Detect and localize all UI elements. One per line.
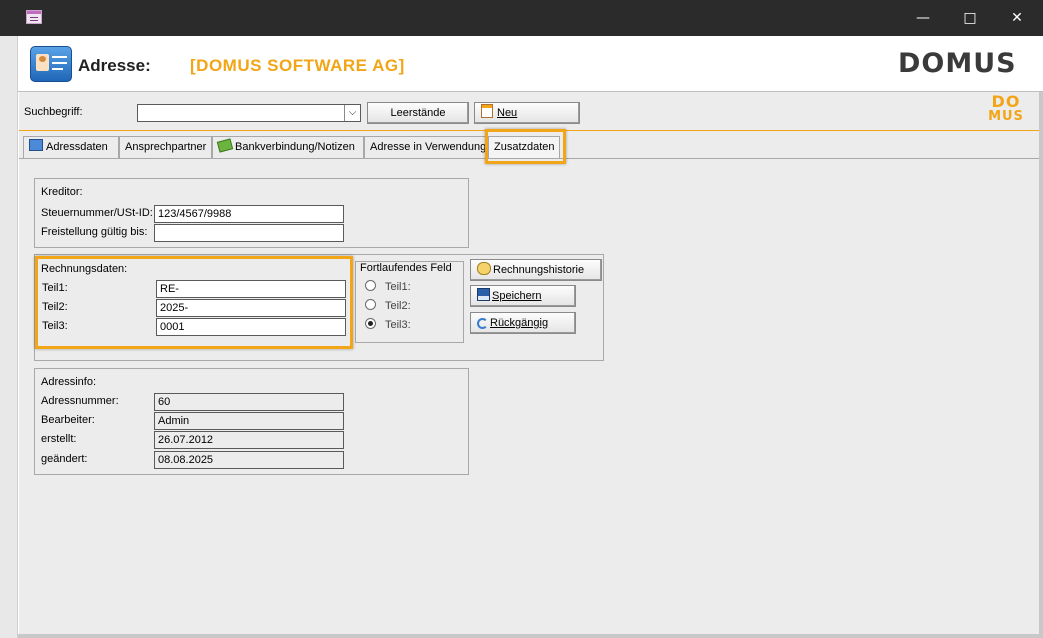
- window-titlebar: — □ ✕: [0, 0, 1043, 36]
- kreditor-title: Kreditor:: [41, 186, 83, 198]
- search-label: Suchbegriff:: [24, 106, 83, 118]
- window-bottom-border: [18, 634, 1043, 638]
- app-icon: [26, 10, 42, 24]
- address-card-icon: [30, 46, 72, 82]
- company-name: [DOMUS SOFTWARE AG]: [190, 56, 405, 75]
- bearbeiter-label: Bearbeiter:: [41, 414, 95, 426]
- save-icon: [477, 288, 490, 301]
- money-icon: [216, 138, 234, 153]
- new-button-label: Neu: [497, 107, 518, 119]
- rueckgaengig-button[interactable]: Rückgängig: [470, 312, 576, 334]
- domus-small-logo-top: DO: [991, 92, 1021, 111]
- steuernummer-label: Steuernummer/USt-ID:: [41, 207, 153, 219]
- chevron-down-icon[interactable]: ⌵: [344, 105, 360, 121]
- tab-label: Adressdaten: [46, 141, 108, 153]
- window-left-border: [0, 36, 18, 638]
- fortlaufend-title: Fortlaufendes Feld: [360, 262, 452, 274]
- domus-small-logo: DO MUS: [988, 94, 1024, 128]
- rechnungsdaten-highlight-frame: [35, 256, 353, 349]
- radio-teil2-label: Teil2:: [385, 300, 411, 312]
- rechnungshistorie-button[interactable]: Rechnungshistorie: [470, 259, 602, 281]
- geaendert-field: 08.08.2025: [154, 451, 344, 469]
- tab-label: Adresse in Verwendung: [370, 141, 487, 153]
- domus-logo: DOMUS: [898, 48, 1017, 79]
- form-title: Adresse:: [78, 56, 151, 75]
- radio-teil3[interactable]: [365, 318, 376, 329]
- maximize-icon[interactable]: □: [947, 0, 993, 36]
- minimize-icon[interactable]: —: [900, 0, 946, 36]
- tab-adressdaten[interactable]: Adressdaten: [23, 136, 119, 158]
- freistellung-label: Freistellung gültig bis:: [41, 226, 148, 238]
- tab-ansprechpartner[interactable]: Ansprechpartner: [119, 136, 212, 158]
- speichern-label: Speichern: [492, 290, 542, 302]
- close-icon[interactable]: ✕: [994, 0, 1040, 36]
- history-icon: [477, 262, 491, 275]
- address-tab-icon: [29, 139, 43, 151]
- form-content: [19, 92, 1039, 634]
- leerstaende-button[interactable]: Leerstände: [367, 102, 469, 124]
- radio-teil1-label: Teil1:: [385, 281, 411, 293]
- speichern-button[interactable]: Speichern: [470, 285, 576, 307]
- erstellt-field: 26.07.2012: [154, 431, 344, 449]
- new-document-icon: [481, 104, 493, 118]
- rueckgaengig-label: Rückgängig: [490, 317, 549, 329]
- domus-small-logo-bottom: MUS: [988, 109, 1024, 124]
- tab-bankverbindung[interactable]: Bankverbindung/Notizen: [212, 136, 364, 158]
- radio-teil3-label: Teil3:: [385, 319, 411, 331]
- tab-label: Bankverbindung/Notizen: [235, 141, 355, 153]
- freistellung-field[interactable]: [154, 224, 344, 242]
- rechnungshistorie-label: Rechnungshistorie: [493, 264, 585, 276]
- tab-highlight-frame: [485, 129, 566, 164]
- radio-teil1[interactable]: [365, 280, 376, 291]
- adressinfo-title: Adressinfo:: [41, 376, 97, 388]
- erstellt-label: erstellt:: [41, 433, 77, 445]
- undo-icon: [477, 318, 488, 329]
- bearbeiter-field: Admin: [154, 412, 344, 430]
- search-combobox[interactable]: [137, 104, 361, 122]
- tab-label: Ansprechpartner: [125, 141, 207, 153]
- steuernummer-field[interactable]: 123/4567/9988: [154, 205, 344, 223]
- geaendert-label: geändert:: [41, 453, 88, 465]
- adressnummer-label: Adressnummer:: [41, 395, 119, 407]
- tab-adresse-in-verwendung[interactable]: Adresse in Verwendung: [364, 136, 488, 158]
- form-header: Adresse: [DOMUS SOFTWARE AG] DOMUS: [18, 36, 1043, 92]
- window-right-border: [1039, 36, 1043, 638]
- adressnummer-field: 60: [154, 393, 344, 411]
- radio-teil2[interactable]: [365, 299, 376, 310]
- new-button[interactable]: Neu: [474, 102, 580, 124]
